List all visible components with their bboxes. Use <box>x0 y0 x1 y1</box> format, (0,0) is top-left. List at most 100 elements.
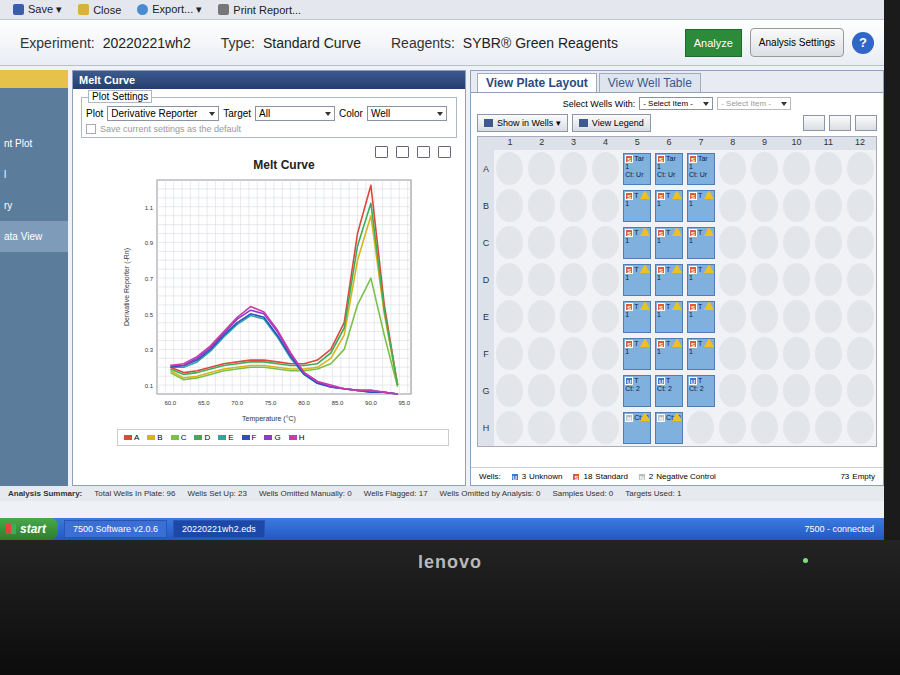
tab[interactable]: View Well Table <box>599 73 701 92</box>
target-select[interactable]: All <box>255 106 335 121</box>
empty-well[interactable] <box>847 300 874 333</box>
empty-well[interactable] <box>592 337 619 370</box>
well[interactable]: ST1! <box>687 190 715 222</box>
empty-well[interactable] <box>751 152 778 185</box>
empty-well[interactable] <box>592 226 619 259</box>
empty-well[interactable] <box>560 300 587 333</box>
empty-well[interactable] <box>528 263 555 296</box>
well[interactable]: ST1! <box>623 264 651 296</box>
empty-well[interactable] <box>496 189 523 222</box>
well[interactable]: ST1! <box>687 301 715 333</box>
empty-well[interactable] <box>560 189 587 222</box>
empty-well[interactable] <box>815 337 842 370</box>
list-icon[interactable] <box>438 146 451 158</box>
empty-well[interactable] <box>751 189 778 222</box>
empty-well[interactable] <box>687 411 714 444</box>
empty-well[interactable] <box>847 337 874 370</box>
empty-well[interactable] <box>751 374 778 407</box>
empty-well[interactable] <box>592 152 619 185</box>
copy-icon[interactable] <box>396 146 409 158</box>
empty-well[interactable] <box>496 337 523 370</box>
empty-well[interactable] <box>719 152 746 185</box>
well[interactable]: ST1! <box>623 227 651 259</box>
well[interactable]: ST1! <box>687 338 715 370</box>
empty-well[interactable] <box>815 263 842 296</box>
empty-well[interactable] <box>496 226 523 259</box>
empty-well[interactable] <box>592 374 619 407</box>
well[interactable]: UTCt: 2 <box>655 375 683 407</box>
empty-well[interactable] <box>528 374 555 407</box>
zoom-in-icon[interactable] <box>803 115 825 131</box>
color-select[interactable]: Well <box>367 106 447 121</box>
tab[interactable]: View Plate Layout <box>477 73 597 92</box>
empty-well[interactable] <box>815 300 842 333</box>
toolbar-button[interactable]: Close <box>75 2 124 17</box>
well[interactable]: ST1! <box>687 227 715 259</box>
empty-well[interactable] <box>719 374 746 407</box>
zoom-out-icon[interactable] <box>829 115 851 131</box>
analysis-settings-button[interactable]: Analysis Settings <box>750 28 844 57</box>
well[interactable]: NCt: 2! <box>655 412 683 444</box>
well[interactable]: ST1! <box>623 190 651 222</box>
empty-well[interactable] <box>496 300 523 333</box>
empty-well[interactable] <box>560 337 587 370</box>
select-item-dropdown[interactable]: - Select Item - <box>639 97 713 110</box>
empty-well[interactable] <box>751 263 778 296</box>
well[interactable]: ST1! <box>655 227 683 259</box>
empty-well[interactable] <box>783 189 810 222</box>
well[interactable]: UTCt: 2 <box>687 375 715 407</box>
empty-well[interactable] <box>783 411 810 444</box>
empty-well[interactable] <box>847 374 874 407</box>
well[interactable]: STar1Ct: Ur <box>655 153 683 185</box>
empty-well[interactable] <box>719 300 746 333</box>
empty-well[interactable] <box>847 189 874 222</box>
print-icon[interactable] <box>375 146 388 158</box>
empty-well[interactable] <box>560 263 587 296</box>
empty-well[interactable] <box>528 226 555 259</box>
analyze-button[interactable]: Analyze <box>685 29 742 57</box>
toolbar-button[interactable]: Save ▾ <box>10 2 65 17</box>
well[interactable]: STar1Ct: Ur <box>687 153 715 185</box>
empty-well[interactable] <box>528 300 555 333</box>
empty-well[interactable] <box>592 263 619 296</box>
well[interactable]: ST1! <box>623 338 651 370</box>
taskbar-item[interactable]: 7500 Software v2.0.6 <box>64 520 167 538</box>
empty-well[interactable] <box>560 226 587 259</box>
well[interactable]: STar1Ct: Ur <box>623 153 651 185</box>
toolbar-button[interactable]: Print Report... <box>215 2 304 17</box>
sidebar-item[interactable]: ata View <box>0 221 68 252</box>
well[interactable]: ST1! <box>687 264 715 296</box>
start-button[interactable]: start <box>0 518 58 540</box>
select-item-dropdown[interactable]: - Select Item - <box>717 97 791 110</box>
empty-well[interactable] <box>560 374 587 407</box>
empty-well[interactable] <box>496 374 523 407</box>
well[interactable]: ST1! <box>655 301 683 333</box>
taskbar-item[interactable]: 20220221wh2.eds <box>173 520 265 538</box>
empty-well[interactable] <box>528 152 555 185</box>
well[interactable]: ST1! <box>655 338 683 370</box>
empty-well[interactable] <box>528 189 555 222</box>
empty-well[interactable] <box>783 263 810 296</box>
empty-well[interactable] <box>751 226 778 259</box>
empty-well[interactable] <box>847 263 874 296</box>
well[interactable]: ST1! <box>655 264 683 296</box>
empty-well[interactable] <box>751 411 778 444</box>
plate-button[interactable]: View Legend <box>572 114 651 132</box>
empty-well[interactable] <box>719 226 746 259</box>
well[interactable]: ST1! <box>623 301 651 333</box>
empty-well[interactable] <box>496 263 523 296</box>
empty-well[interactable] <box>528 411 555 444</box>
empty-well[interactable] <box>783 337 810 370</box>
help-button[interactable]: ? <box>852 32 874 54</box>
toolbar-button[interactable]: Export... ▾ <box>134 2 205 17</box>
empty-well[interactable] <box>719 411 746 444</box>
empty-well[interactable] <box>783 152 810 185</box>
sidebar-item[interactable]: l <box>0 159 68 190</box>
empty-well[interactable] <box>719 337 746 370</box>
well[interactable]: ST1! <box>655 190 683 222</box>
empty-well[interactable] <box>719 189 746 222</box>
empty-well[interactable] <box>560 152 587 185</box>
empty-well[interactable] <box>783 300 810 333</box>
empty-well[interactable] <box>592 189 619 222</box>
well[interactable]: NCt: 2! <box>623 412 651 444</box>
